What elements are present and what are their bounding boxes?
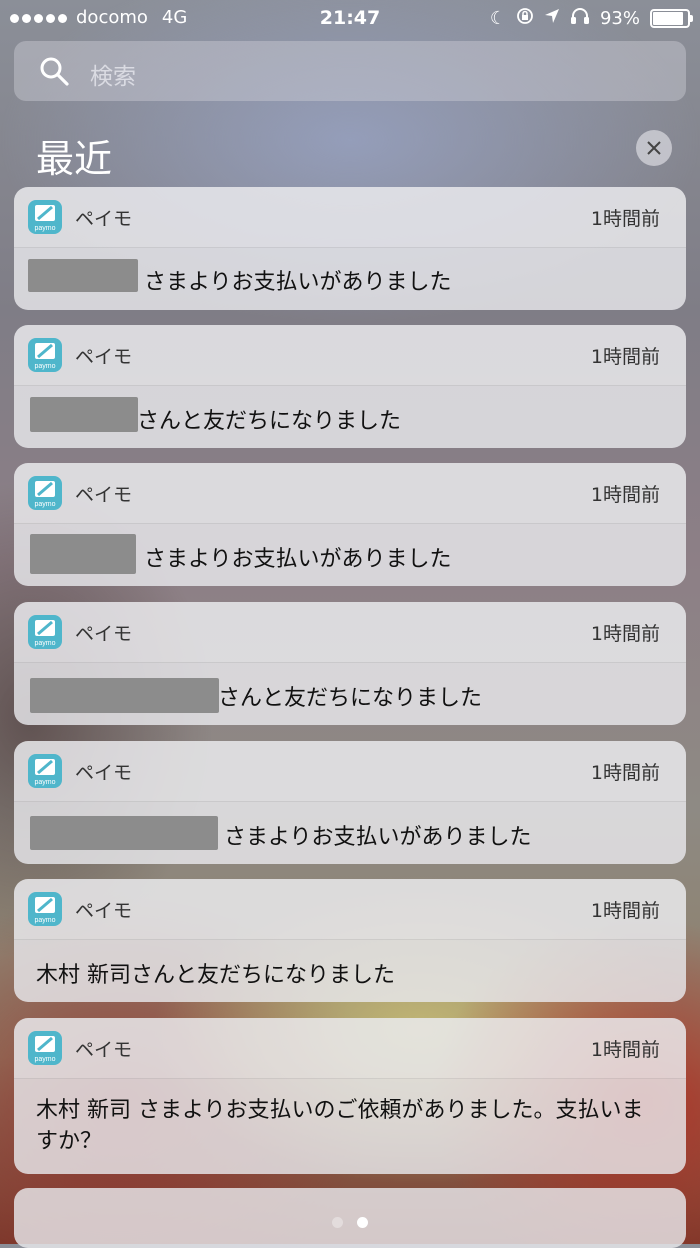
notification-card[interactable]: paymo ペイモ 1時間前 さまよりお支払いがありました [14, 741, 686, 864]
notification-time: 1時間前 [590, 1039, 660, 1061]
app-name: ペイモ [75, 484, 133, 506]
headphones-icon [570, 7, 590, 30]
app-name: ペイモ [75, 346, 133, 368]
notification-message: さんと友だちになりました [137, 409, 402, 434]
notification-card[interactable]: paymo ペイモ 1時間前 木村 新司さんと友だちになりました [14, 879, 686, 1002]
search-icon [40, 57, 69, 86]
notification-time: 1時間前 [590, 623, 660, 645]
paymo-app-icon: paymo [28, 476, 62, 510]
notification-time: 1時間前 [590, 346, 660, 368]
app-name: ペイモ [75, 208, 133, 230]
section-title: 最近 [36, 137, 113, 181]
redacted-name [28, 259, 138, 292]
redacted-name [30, 816, 218, 850]
close-icon [647, 141, 661, 155]
notification-message: さまよりお支払いがありました [144, 547, 452, 572]
paymo-app-icon: paymo [28, 615, 62, 649]
battery-percent: 93% [599, 8, 640, 29]
redacted-name [30, 397, 138, 432]
status-bar: docomo 4G 21:47 ☾ 93% [0, 0, 700, 36]
battery-icon [650, 9, 693, 28]
paymo-app-icon: paymo [28, 338, 62, 372]
notification-card[interactable]: paymo ペイモ 1時間前 さまよりお支払いがありました [14, 463, 686, 586]
notification-card[interactable]: paymo ペイモ 1時間前 木村 新司 さまよりお支払いのご依頼がありました。… [14, 1018, 686, 1174]
svg-text:paymo: paymo [34, 225, 55, 232]
page-indicator[interactable] [0, 1213, 700, 1232]
paymo-app-icon: paymo [28, 200, 62, 234]
moon-icon: ☾ [489, 8, 506, 29]
notification-card[interactable]: paymo ペイモ 1時間前 さんと友だちになりました [14, 325, 686, 448]
notification-time: 1時間前 [590, 484, 660, 506]
search-placeholder: 検索 [90, 64, 136, 90]
clear-notifications-button[interactable] [636, 130, 672, 166]
app-name: ペイモ [75, 762, 133, 784]
svg-text:paymo: paymo [34, 640, 55, 647]
notification-time: 1時間前 [590, 762, 660, 784]
paymo-app-icon: paymo [28, 1031, 62, 1065]
redacted-name [30, 534, 136, 574]
page-dot-current[interactable] [357, 1217, 368, 1228]
app-name: ペイモ [75, 1039, 133, 1061]
location-arrow-icon [544, 8, 560, 29]
notification-card[interactable]: paymo ペイモ 1時間前 さんと友だちになりました [14, 602, 686, 725]
svg-text:paymo: paymo [34, 779, 55, 786]
notification-message: 木村 新司 さまよりお支払いのご依頼がありました。支払いますか？ [36, 1098, 644, 1154]
notification-message: 木村 新司さんと友だちになりました [36, 963, 395, 988]
app-name: ペイモ [75, 623, 133, 645]
svg-text:paymo: paymo [34, 1056, 55, 1063]
notification-time: 1時間前 [590, 900, 660, 922]
orientation-lock-icon [516, 7, 534, 30]
search-bar[interactable]: 検索 [14, 41, 686, 101]
page-dot[interactable] [332, 1217, 343, 1228]
notification-message: さまよりお支払いがありました [224, 825, 532, 850]
svg-text:paymo: paymo [34, 363, 55, 370]
notification-time: 1時間前 [590, 208, 660, 230]
app-name: ペイモ [75, 900, 133, 922]
notification-message: さんと友だちになりました [218, 686, 483, 711]
paymo-app-icon: paymo [28, 754, 62, 788]
redacted-name [30, 678, 219, 713]
paymo-app-icon: paymo [28, 892, 62, 926]
svg-text:paymo: paymo [34, 501, 55, 508]
notification-message: さまよりお支払いがありました [144, 270, 452, 295]
notification-card[interactable]: paymo ペイモ 1時間前 さまよりお支払いがありました [14, 187, 686, 310]
svg-text:paymo: paymo [34, 917, 55, 924]
